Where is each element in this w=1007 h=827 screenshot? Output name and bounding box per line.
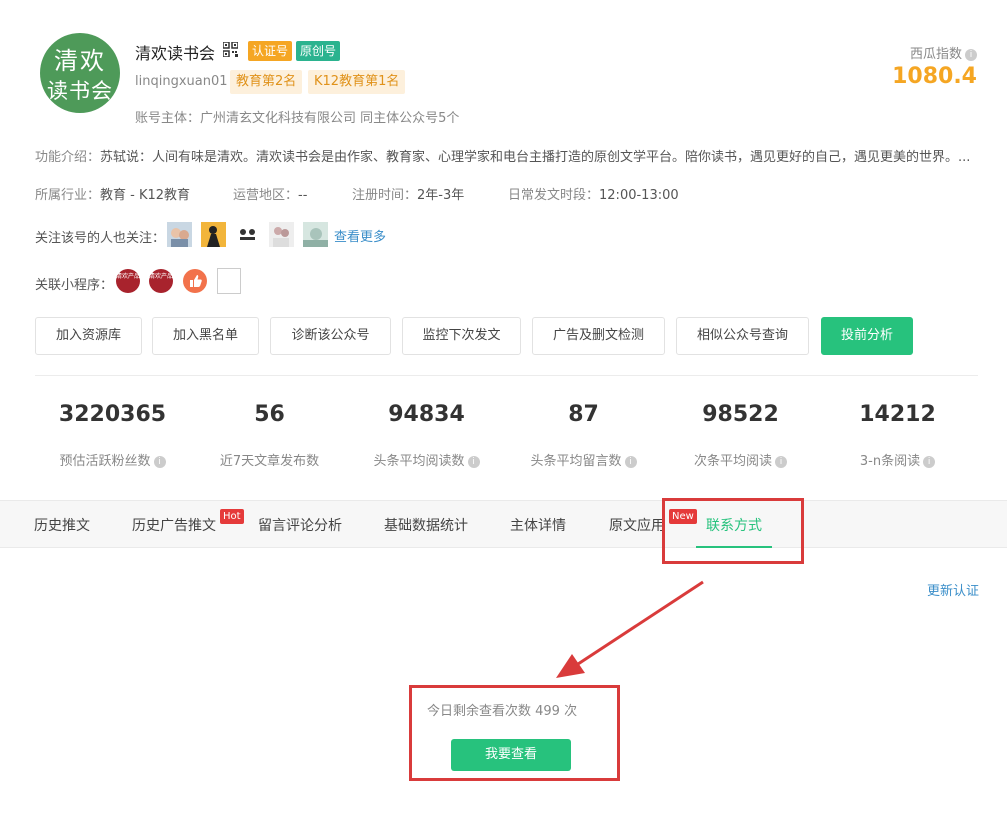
intro-label: 功能介绍： <box>35 150 101 165</box>
monitor-next-post-button[interactable]: 监控下次发文 <box>402 317 521 355</box>
mini-program-icon-2[interactable]: 清欢产品 <box>149 269 173 293</box>
tab-original-apps[interactable]: 原文应用 <box>609 515 665 535</box>
post-time-item: 日常发文时段：12:00-13:00 <box>508 188 679 203</box>
info-icon: i <box>923 455 936 468</box>
stat-headline-reads: 94834 头条平均阅读数 i <box>349 400 504 469</box>
account-name: 清欢读书会 <box>135 44 216 63</box>
update-certification-link[interactable]: 更新认证 <box>927 580 979 599</box>
region-item: 运营地区：-- <box>233 188 308 203</box>
register-time-item: 注册时间：2年-3年 <box>352 188 465 203</box>
industry-item: 所属行业：教育 - K12教育 <box>35 188 191 203</box>
avatar-text-line2: 读书会 <box>47 79 113 103</box>
intro-text: 苏轼说：人间有味是清欢。清欢读书会是由作家、教育家、心理学家和电台主播打造的原创… <box>100 150 971 165</box>
also-follow-label: 关注该号的人也关注： <box>35 231 166 246</box>
account-avatar: 清欢 读书会 <box>40 33 120 113</box>
see-more-link[interactable]: 查看更多 <box>334 226 386 245</box>
stat-3n-reads: 14212 3-n条阅读 i <box>859 402 936 469</box>
account-owner: 账号主体：广州清玄文化科技有限公司 同主体公众号5个 <box>135 111 460 126</box>
add-to-blacklist-button[interactable]: 加入黑名单 <box>152 317 259 355</box>
original-tag: 原创号 <box>296 41 341 61</box>
tab-history-ads[interactable]: 历史广告推文 <box>132 515 216 535</box>
tab-history-posts[interactable]: 历史推文 <box>34 515 90 535</box>
info-icon: i <box>153 455 166 468</box>
tab-basic-stats[interactable]: 基础数据统计 <box>384 515 468 535</box>
follower-avatar-4[interactable] <box>269 222 294 247</box>
follower-avatar-3[interactable] <box>235 222 260 247</box>
info-icon: i <box>775 455 787 468</box>
mini-program-label: 关联小程序： <box>35 278 114 293</box>
view-contact-button[interactable]: 我要查看 <box>451 739 571 771</box>
hot-badge: Hot <box>220 509 244 524</box>
stat-secondary-reads: 98522 次条平均阅读 i <box>663 400 818 469</box>
info-icon: i <box>624 455 637 468</box>
account-id: linqingxuan01 <box>135 74 228 89</box>
index-value: 1080.4 <box>892 64 977 89</box>
tab-comment-analysis[interactable]: 留言评论分析 <box>258 515 342 535</box>
info-icon: i <box>467 455 480 468</box>
index-label: 西瓜指数 i <box>910 43 977 62</box>
follower-avatar-2[interactable] <box>201 222 226 247</box>
tab-entity-details[interactable]: 主体详情 <box>510 515 566 535</box>
mini-program-placeholder[interactable] <box>217 268 241 294</box>
rank-badge-k12: K12教育第1名 <box>308 70 406 94</box>
intro-row: 功能介绍：苏轼说：人间有味是清欢。清欢读书会是由作家、教育家、心理学家和电台主播… <box>35 146 975 165</box>
highlight-box-contact-tab <box>662 498 804 564</box>
similar-accounts-button[interactable]: 相似公众号查询 <box>676 317 809 355</box>
stat-headline-comments: 87 头条平均留言数 i <box>506 400 661 469</box>
diagnose-account-button[interactable]: 诊断该公众号 <box>270 317 391 355</box>
avatar-text-line1: 清欢 <box>54 47 106 75</box>
qr-code-icon[interactable] <box>223 42 238 57</box>
add-to-library-button[interactable]: 加入资源库 <box>35 317 142 355</box>
pre-launch-analysis-button[interactable]: 投前分析 <box>821 317 913 355</box>
stat-active-fans: 3220365 预估活跃粉丝数 i <box>58 402 167 469</box>
tab-bar: 历史推文 历史广告推文 Hot 留言评论分析 基础数据统计 主体详情 原文应用 … <box>0 500 1007 548</box>
certified-tag: 认证号 <box>248 41 293 61</box>
info-icon[interactable]: i <box>965 48 977 61</box>
rank-badge-education: 教育第2名 <box>230 70 303 94</box>
follower-avatar-1[interactable] <box>167 222 192 247</box>
ad-deletion-check-button[interactable]: 广告及删文检测 <box>532 317 665 355</box>
mini-program-icon-1[interactable]: 清欢产品 <box>116 269 140 293</box>
thumbs-up-icon[interactable] <box>183 269 207 293</box>
divider <box>35 375 978 376</box>
stat-weekly-posts: 56 近7天文章发布数 <box>219 402 320 469</box>
follower-avatar-5[interactable] <box>303 222 328 247</box>
remaining-views-text: 今日剩余查看次数 499 次 <box>427 704 578 719</box>
